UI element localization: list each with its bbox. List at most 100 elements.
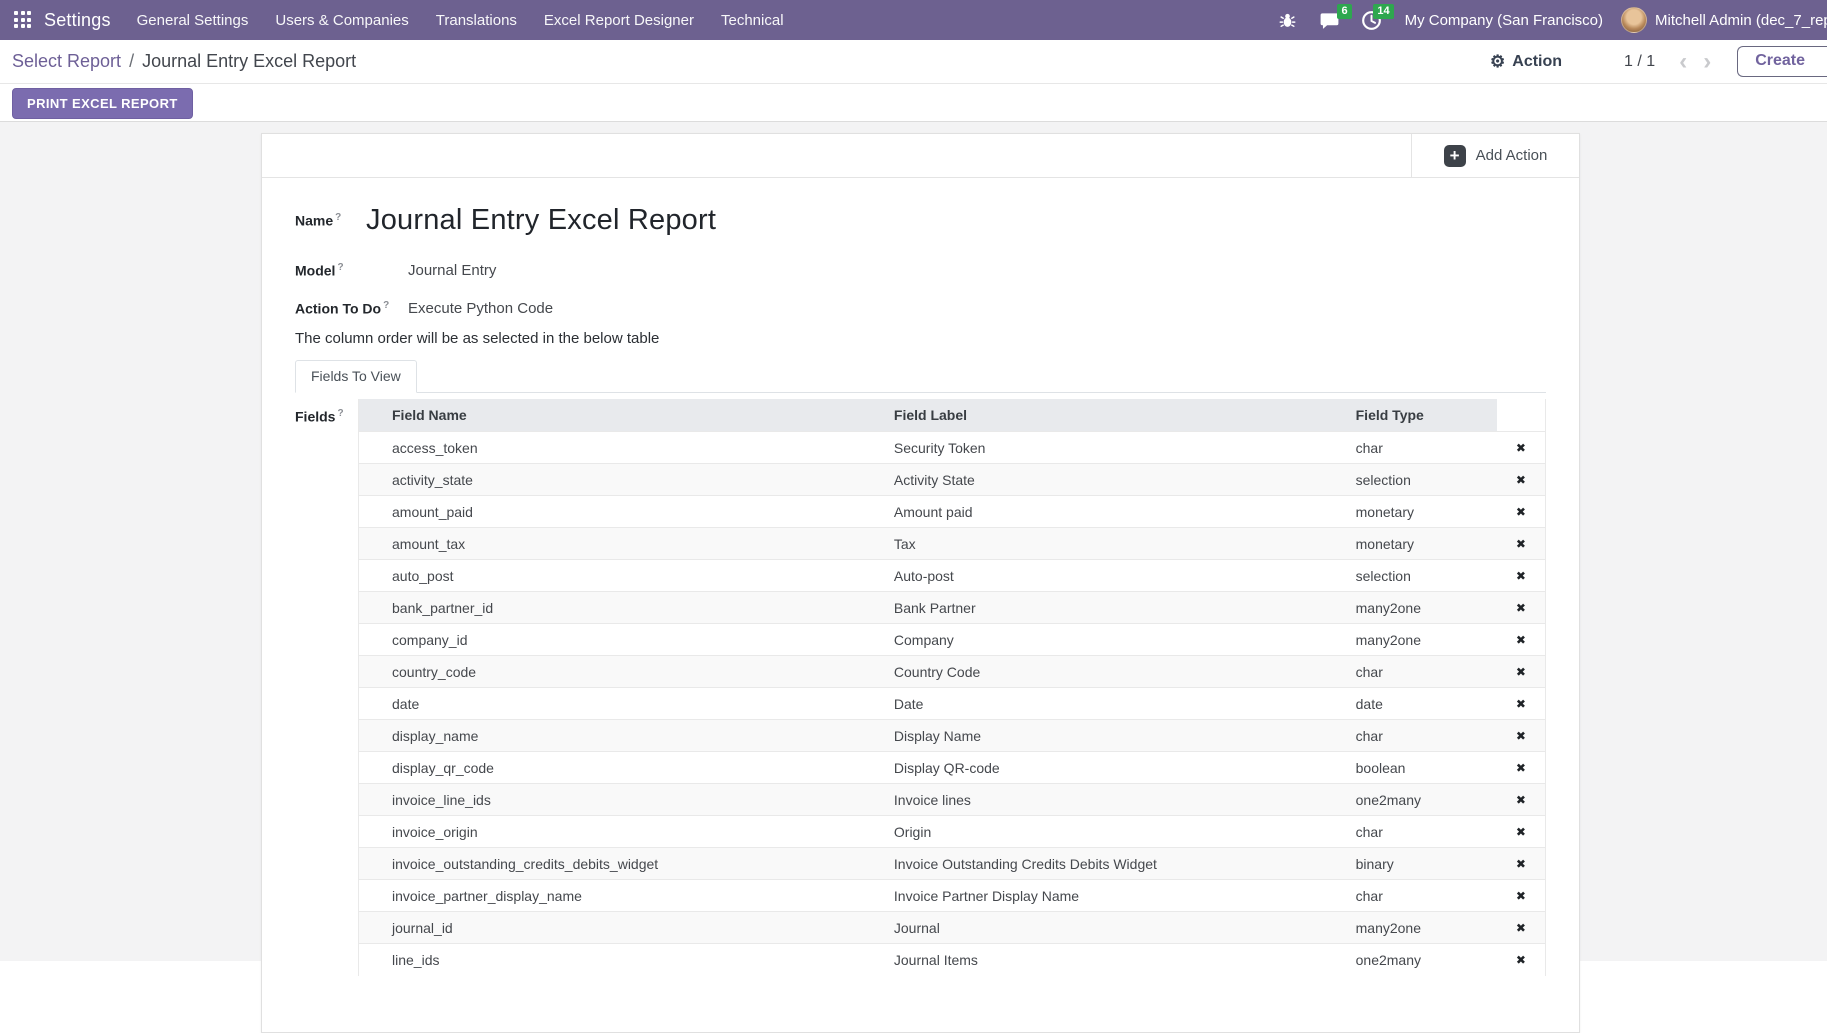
user-avatar xyxy=(1621,7,1647,33)
print-excel-report-button[interactable]: PRINT EXCEL REPORT xyxy=(12,88,193,119)
apps-grid-icon[interactable] xyxy=(14,11,32,29)
name-field-label: Name? xyxy=(295,212,366,229)
name-field-value[interactable]: Journal Entry Excel Report xyxy=(366,204,716,237)
table-row[interactable]: invoice_outstanding_credits_debits_widge… xyxy=(359,848,1546,880)
field-type-cell: char xyxy=(1350,656,1497,688)
field-type-cell: char xyxy=(1350,816,1497,848)
field-label-cell: Amount paid xyxy=(888,496,1350,528)
content-area: + Add Action Name? Journal Entry Excel R… xyxy=(0,122,1827,961)
model-field-value[interactable]: Journal Entry xyxy=(408,262,496,279)
nav-menu-item-translations[interactable]: Translations xyxy=(436,12,517,29)
action-to-do-field-value[interactable]: Execute Python Code xyxy=(408,300,553,317)
tab-fields-to-view[interactable]: Fields To View xyxy=(295,360,417,393)
row-delete-icon[interactable]: ✖ xyxy=(1497,496,1546,528)
row-delete-icon[interactable]: ✖ xyxy=(1497,432,1546,464)
form-sheet: Name? Journal Entry Excel Report Model? … xyxy=(262,178,1579,976)
field-name-cell: company_id xyxy=(359,624,888,656)
row-delete-icon[interactable]: ✖ xyxy=(1497,912,1546,944)
field-name-cell: invoice_line_ids xyxy=(359,784,888,816)
notebook-tabs: Fields To View xyxy=(295,360,1546,393)
breadcrumb-parent-link[interactable]: Select Report xyxy=(12,51,121,72)
field-type-cell: date xyxy=(1350,688,1497,720)
table-row[interactable]: access_tokenSecurity Tokenchar✖ xyxy=(359,432,1546,464)
column-header-field-type[interactable]: Field Type xyxy=(1350,399,1497,432)
table-row[interactable]: country_codeCountry Codechar✖ xyxy=(359,656,1546,688)
pager-next-icon[interactable]: › xyxy=(1695,50,1719,74)
table-row[interactable]: amount_taxTaxmonetary✖ xyxy=(359,528,1546,560)
nav-menu-item-excel-report-designer[interactable]: Excel Report Designer xyxy=(544,12,694,29)
row-delete-icon[interactable]: ✖ xyxy=(1497,560,1546,592)
add-action-button[interactable]: + Add Action xyxy=(1444,145,1548,167)
add-action-label: Add Action xyxy=(1476,147,1548,164)
company-switcher[interactable]: My Company (San Francisco) xyxy=(1405,12,1603,29)
field-name-cell: journal_id xyxy=(359,912,888,944)
row-delete-icon[interactable]: ✖ xyxy=(1497,752,1546,784)
user-menu[interactable]: Mitchell Admin (dec_7_report xyxy=(1621,7,1827,33)
nav-menu-item-general-settings[interactable]: General Settings xyxy=(137,12,249,29)
row-delete-icon[interactable]: ✖ xyxy=(1497,816,1546,848)
table-row[interactable]: invoice_originOriginchar✖ xyxy=(359,816,1546,848)
nav-menu-item-technical[interactable]: Technical xyxy=(721,12,784,29)
table-row[interactable]: line_idsJournal Itemsone2many✖ xyxy=(359,944,1546,976)
messages-icon[interactable]: 6 xyxy=(1319,9,1341,31)
table-row[interactable]: amount_paidAmount paidmonetary✖ xyxy=(359,496,1546,528)
field-type-cell: binary xyxy=(1350,848,1497,880)
help-icon: ? xyxy=(383,300,389,311)
table-row[interactable]: bank_partner_idBank Partnermany2one✖ xyxy=(359,592,1546,624)
row-delete-icon[interactable]: ✖ xyxy=(1497,656,1546,688)
field-label-cell: Display QR-code xyxy=(888,752,1350,784)
row-delete-icon[interactable]: ✖ xyxy=(1497,528,1546,560)
field-label-cell: Journal xyxy=(888,912,1350,944)
table-row[interactable]: company_idCompanymany2one✖ xyxy=(359,624,1546,656)
pager-value: 1 / 1 xyxy=(1624,53,1655,71)
activity-clock-icon[interactable]: 14 xyxy=(1361,9,1383,31)
row-delete-icon[interactable]: ✖ xyxy=(1497,624,1546,656)
field-type-cell: one2many xyxy=(1350,784,1497,816)
field-name-cell: invoice_outstanding_credits_debits_widge… xyxy=(359,848,888,880)
field-type-cell: char xyxy=(1350,432,1497,464)
table-row[interactable]: auto_postAuto-postselection✖ xyxy=(359,560,1546,592)
row-delete-icon[interactable]: ✖ xyxy=(1497,592,1546,624)
field-type-cell: many2one xyxy=(1350,592,1497,624)
field-label-cell: Display Name xyxy=(888,720,1350,752)
field-name-cell: line_ids xyxy=(359,944,888,976)
table-row[interactable]: invoice_line_idsInvoice linesone2many✖ xyxy=(359,784,1546,816)
gear-icon: ⚙ xyxy=(1490,53,1505,70)
field-label-cell: Bank Partner xyxy=(888,592,1350,624)
table-row[interactable]: journal_idJournalmany2one✖ xyxy=(359,912,1546,944)
help-icon: ? xyxy=(337,408,343,419)
row-delete-icon[interactable]: ✖ xyxy=(1497,688,1546,720)
table-row[interactable]: display_qr_codeDisplay QR-codeboolean✖ xyxy=(359,752,1546,784)
column-header-field-label[interactable]: Field Label xyxy=(888,399,1350,432)
table-row[interactable]: invoice_partner_display_nameInvoice Part… xyxy=(359,880,1546,912)
field-name-cell: country_code xyxy=(359,656,888,688)
action-menu-button[interactable]: ⚙ Action xyxy=(1490,53,1562,71)
pager-previous-icon[interactable]: ‹ xyxy=(1671,50,1695,74)
field-label-cell: Auto-post xyxy=(888,560,1350,592)
row-delete-icon[interactable]: ✖ xyxy=(1497,720,1546,752)
row-delete-icon[interactable]: ✖ xyxy=(1497,848,1546,880)
table-row[interactable]: activity_stateActivity Stateselection✖ xyxy=(359,464,1546,496)
table-row[interactable]: display_nameDisplay Namechar✖ xyxy=(359,720,1546,752)
app-name[interactable]: Settings xyxy=(44,10,111,31)
nav-menu-item-users-companies[interactable]: Users & Companies xyxy=(275,12,408,29)
field-label-cell: Origin xyxy=(888,816,1350,848)
row-delete-icon[interactable]: ✖ xyxy=(1497,944,1546,976)
debug-bug-icon[interactable] xyxy=(1277,9,1299,31)
table-row[interactable]: dateDatedate✖ xyxy=(359,688,1546,720)
field-name-cell: access_token xyxy=(359,432,888,464)
field-name-cell: amount_paid xyxy=(359,496,888,528)
row-delete-icon[interactable]: ✖ xyxy=(1497,784,1546,816)
column-header-field-name[interactable]: Field Name xyxy=(359,399,888,432)
create-button[interactable]: Create xyxy=(1737,46,1827,77)
field-name-cell: amount_tax xyxy=(359,528,888,560)
row-delete-icon[interactable]: ✖ xyxy=(1497,880,1546,912)
field-label-cell: Tax xyxy=(888,528,1350,560)
activity-count-badge: 14 xyxy=(1373,4,1393,19)
row-delete-icon[interactable]: ✖ xyxy=(1497,464,1546,496)
breadcrumb: Select Report / Journal Entry Excel Repo… xyxy=(12,51,356,72)
fields-field-label: Fields? xyxy=(295,408,358,425)
field-type-cell: selection xyxy=(1350,464,1497,496)
field-type-cell: many2one xyxy=(1350,912,1497,944)
action-menu-label: Action xyxy=(1512,53,1562,71)
